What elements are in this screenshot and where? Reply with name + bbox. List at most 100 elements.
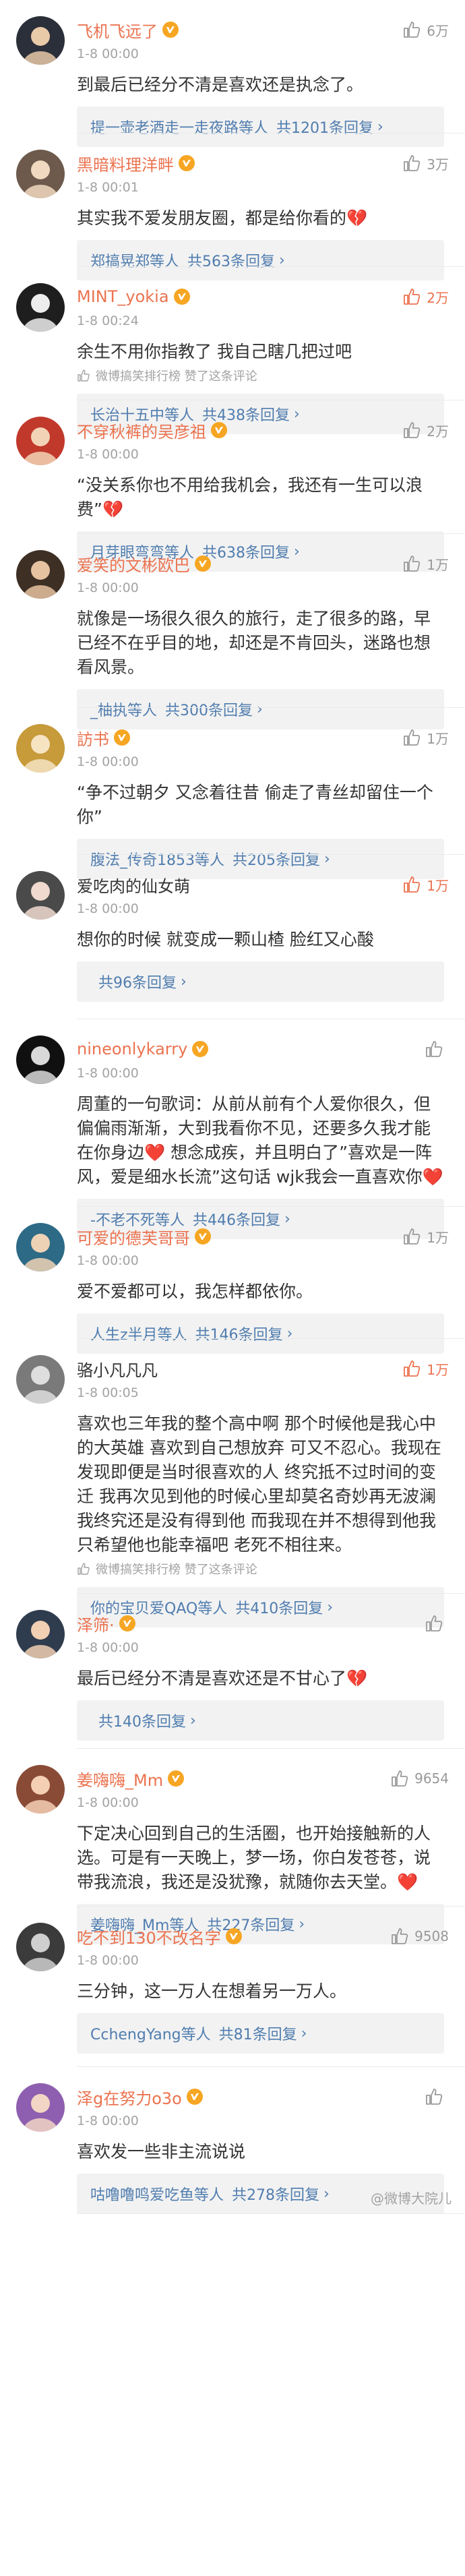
like-button[interactable]: 2万 [402,418,449,442]
avatar[interactable] [16,16,65,65]
reply-preview-bar[interactable]: 共96条回复 › [77,961,444,1002]
vip-badge-icon [119,1615,136,1632]
like-count: 1万 [427,556,449,573]
comment-text: 喜欢发一些非主流说说 [77,2142,246,2161]
reply-users[interactable]: CchengYang等人 [90,2023,211,2044]
like-button[interactable]: 3万 [402,151,449,175]
like-count: 1万 [427,877,449,894]
like-button[interactable]: 6万 [402,18,449,42]
like-button[interactable]: 1万 [402,872,449,897]
username[interactable]: MINT_yokia [77,287,169,306]
comment-time: 1-8 00:00 [77,1640,139,1655]
chevron-right-icon: › [323,2185,330,2203]
username[interactable]: 爱吃肉的仙女萌 [77,873,190,897]
thumbs-up-icon [426,1041,443,1057]
avatar[interactable] [16,1765,65,1814]
name-row: 吃不到130不改名字 [77,1923,243,1950]
avatar[interactable] [16,150,65,198]
like-button[interactable]: 1万 [402,551,449,576]
username[interactable]: nineonlykarry [77,1040,187,1058]
avatar[interactable] [16,724,65,773]
name-row: 訪书 [77,724,131,751]
comment-time: 1-8 00:00 [77,754,139,769]
username[interactable]: 不穿秋裤的吴彦祖 [77,419,206,442]
comment-text: 最后已经分不清是喜欢还是不甘心了💔 [77,1669,368,1688]
like-count: 1万 [427,1229,449,1246]
comment-time: 1-8 00:00 [77,447,139,462]
comment-text: “争不过朝夕 又念着往昔 偷走了青丝却留住一个你” [77,783,433,827]
username[interactable]: 姜嗨嗨_Mm [77,1767,163,1791]
like-count: 1万 [427,730,449,747]
thumbs-up-icon [404,289,421,305]
like-button[interactable] [425,1611,449,1636]
like-button[interactable]: 9654 [390,1766,449,1791]
comment-card: 可爱的德芙哥哥 1-8 00:00 1万 爱不爱都可以，我怎样都依你。 人生z半月等人共… [0,1207,465,1354]
avatar[interactable] [16,1610,65,1658]
comment-time: 1-8 00:24 [77,313,139,328]
vip-badge-icon [167,1770,185,1787]
username[interactable]: 泽筛· [77,1612,115,1636]
reply-preview-bar[interactable]: CchengYang等人 共81条回复 › [77,2013,444,2054]
username[interactable]: 爱笑的文彬欧巴 [77,552,190,576]
comment-card: 吃不到130不改名字 1-8 00:00 9508 三分钟，这一万人在想着另一万人。 C… [0,1907,465,2067]
avatar[interactable] [16,1923,65,1971]
thumbs-up-icon [426,2089,443,2105]
name-row: 可爱的德芙哥哥 [77,1223,212,1250]
like-count: 9508 [414,1928,449,1944]
comment-text: 就像是一场很久很久的旅行，走了很多的路，早已经不在乎目的地，却还是不肯回头，迷路… [77,609,431,677]
avatar[interactable] [16,1036,65,1084]
comment-text: 想你的时候 就变成一颗山楂 脸红又心酸 [77,930,374,949]
vip-badge-icon [194,555,212,572]
reply-users[interactable]: 咕噜噜鸣爱吃鱼等人 [90,2183,224,2205]
username[interactable]: 飞机飞远了 [77,18,158,42]
reply-count: 共81条回复 [218,2027,297,2043]
comment-time: 1-8 00:00 [77,1066,139,1081]
thumbs-up-icon [404,155,421,171]
username[interactable]: 吃不到130不改名字 [77,1925,221,1948]
comment-time: 1-8 00:00 [77,580,139,595]
username[interactable]: 黑暗料理洋畔 [77,152,174,175]
comment-time: 1-8 00:05 [77,1385,139,1400]
comment-card: 泽g在努力o3o 1-8 00:00 喜欢发一些非主流说说 咕噜噜鸣爱吃鱼等人 共278… [0,2067,465,2214]
comment-card: 爱笑的文彬欧巴 1-8 00:00 1万就像是一场很久很久的旅行，走了很多的路，早已… [0,534,465,729]
avatar[interactable] [16,550,65,599]
thumbs-up-icon [392,1770,408,1787]
comment-card: nineonlykarry 1-8 00:00 周董的一句歌词：从前从前有个人爱你很… [0,1019,465,1239]
comment-time: 1-8 00:00 [77,47,139,61]
like-button[interactable]: 1万 [402,1356,449,1381]
vip-badge-icon [113,729,131,746]
avatar[interactable] [16,871,65,920]
like-count: 2万 [427,289,449,306]
avatar[interactable] [16,1223,65,1271]
comment-time: 1-8 00:01 [77,180,139,195]
vip-badge-icon [191,1040,209,1058]
comment-text: 下定决心回到自己的生活圈，也开始接触新的人选。可是有一天晚上，梦一场，你白发苍苍… [77,1824,431,1892]
watermark: @微博大院儿 [371,2190,452,2207]
like-button[interactable]: 1万 [402,1224,449,1249]
liked-by-text: 微博搞笑排行榜 赞了这条评论 [96,1563,257,1577]
name-row: 爱吃肉的仙女萌 [77,871,190,898]
name-row: MINT_yokia [77,283,191,310]
avatar[interactable] [16,1355,65,1404]
like-button[interactable] [425,1037,449,1061]
name-row: 姜嗨嗨_Mm [77,1765,185,1792]
username[interactable]: 可爱的德芙哥哥 [77,1225,190,1249]
reply-preview-bar[interactable]: 共140条回复 › [77,1700,444,1741]
avatar[interactable] [16,283,65,332]
like-count: 3万 [427,156,449,173]
comment-time: 1-8 00:00 [77,2114,139,2128]
reply-count: 共140条回复 [98,1714,186,1731]
like-button[interactable]: 1万 [402,725,449,750]
avatar[interactable] [16,417,65,465]
avatar[interactable] [16,2083,65,2132]
username[interactable]: 訪书 [77,726,109,750]
like-button[interactable] [425,2085,449,2109]
username[interactable]: 骆小凡凡凡 [77,1357,158,1381]
thumbs-up-icon [392,1928,408,1944]
comment-card: MINT_yokia 1-8 00:24 2万 余生不用你指教了 我自己瞎几把过吧 微博… [0,267,465,434]
like-button[interactable]: 9508 [390,1924,449,1948]
vip-badge-icon [225,1927,243,1945]
comment-time: 1-8 00:00 [77,1253,139,1268]
username[interactable]: 泽g在努力o3o [77,2085,182,2109]
like-button[interactable]: 2万 [402,284,449,309]
